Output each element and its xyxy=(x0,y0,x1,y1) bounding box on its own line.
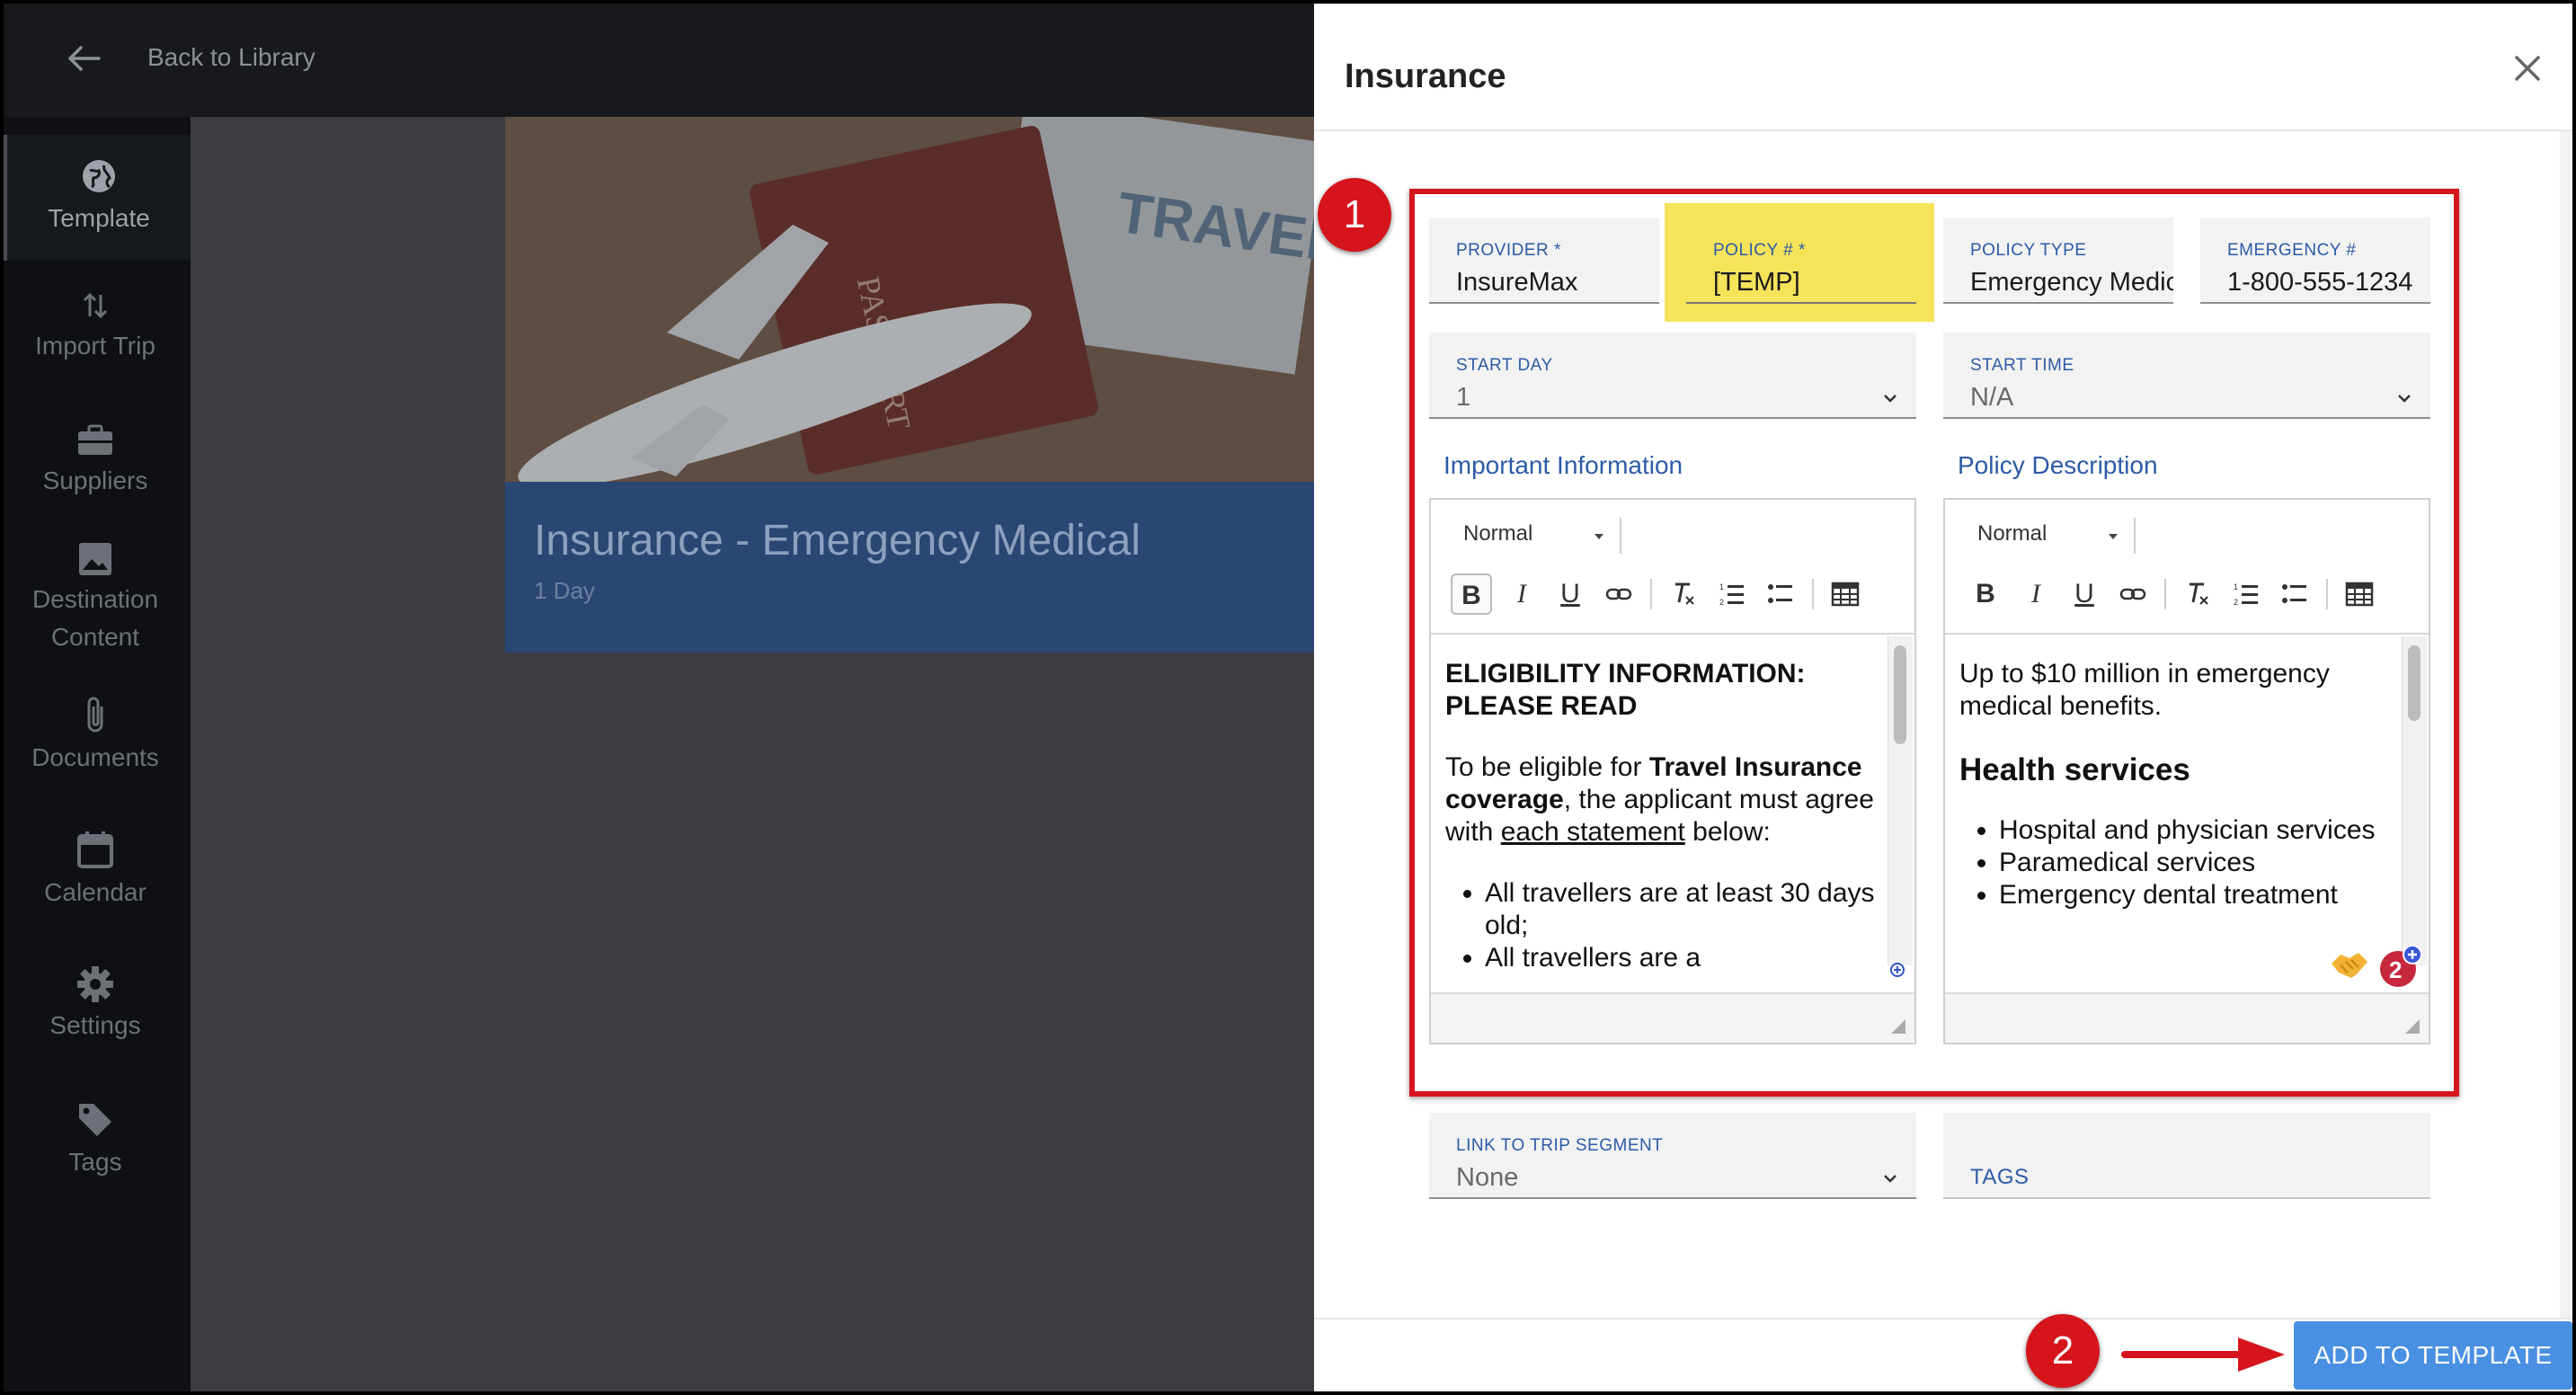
modal-scrollbar[interactable] xyxy=(2560,131,2572,1318)
sidebar-item-suppliers[interactable]: Suppliers xyxy=(0,404,191,530)
tag-icon xyxy=(79,1104,111,1136)
back-to-library-link[interactable]: Back to Library xyxy=(147,43,315,72)
sidebar: Template Import Trip Suppliers Destinati… xyxy=(0,117,191,1395)
image-icon xyxy=(79,543,111,575)
sidebar-item-label: Tags xyxy=(68,1148,122,1176)
annotation-highlight-box xyxy=(1409,189,2459,1097)
back-arrow-icon[interactable] xyxy=(63,38,104,79)
briefcase-icon xyxy=(78,424,112,455)
sidebar-item-label: Settings xyxy=(49,1011,141,1039)
template-card[interactable]: TRAVEL PASSPORT Insurance - Emergency Me… xyxy=(505,117,1314,653)
sidebar-item-label: Template xyxy=(48,204,150,232)
annotation-badge-2: 2 xyxy=(2026,1314,2100,1388)
link-to-trip-segment-select[interactable]: LINK TO TRIP SEGMENT None xyxy=(1429,1113,1916,1199)
sidebar-item-label: Import Trip xyxy=(35,332,155,360)
gear-icon xyxy=(77,966,113,1002)
sidebar-item-documents[interactable]: Documents xyxy=(0,683,191,809)
sidebar-item-label: Calendar xyxy=(44,878,147,906)
sidebar-item-label: Suppliers xyxy=(42,466,148,494)
sidebar-item-tags[interactable]: Tags xyxy=(0,1088,191,1213)
modal-header-divider xyxy=(1314,129,2576,131)
annotation-badge-1: 1 xyxy=(1318,178,1391,252)
sidebar-item-template[interactable]: Template xyxy=(0,135,191,261)
sidebar-item-settings[interactable]: Settings xyxy=(0,953,191,1079)
calendar-icon xyxy=(77,831,113,868)
close-icon[interactable] xyxy=(2506,47,2549,90)
card-title: Insurance - Emergency Medical xyxy=(534,517,1141,564)
paperclip-icon xyxy=(87,697,103,733)
sidebar-item-label: Documents xyxy=(31,743,159,771)
card-footer xyxy=(505,482,1314,653)
card-image: TRAVEL PASSPORT xyxy=(505,117,1314,482)
globe-icon xyxy=(83,160,115,192)
tags-field[interactable]: TAGS xyxy=(1943,1113,2430,1199)
add-to-template-button[interactable]: ADD TO TEMPLATE xyxy=(2294,1321,2572,1390)
modal-footer-divider xyxy=(1314,1318,2576,1319)
sidebar-item-destination-content[interactable]: Destination Content xyxy=(0,530,191,665)
top-bar: Back to Library xyxy=(0,0,1314,117)
sidebar-item-label: Destination Content xyxy=(31,585,159,651)
sidebar-item-calendar[interactable]: Calendar xyxy=(0,818,191,944)
annotation-arrow-icon xyxy=(2121,1337,2285,1372)
import-arrows-icon xyxy=(83,292,108,319)
travel-photo-illustration: TRAVEL PASSPORT xyxy=(505,117,1314,482)
modal-title: Insurance xyxy=(1345,58,1506,95)
card-subtitle: 1 Day xyxy=(534,577,595,604)
chevron-down-icon xyxy=(1884,1175,1896,1183)
sidebar-item-import-trip[interactable]: Import Trip xyxy=(0,270,191,395)
